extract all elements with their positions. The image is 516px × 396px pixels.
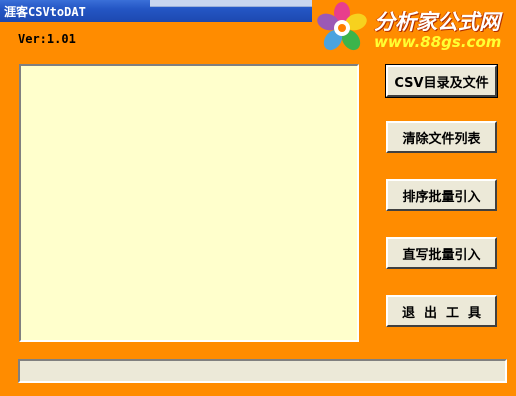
csv-directory-button[interactable]: CSV目录及文件	[385, 64, 498, 98]
app-window: 涯客CSVtoDAT 分析家公式网 www.88gs.com Ver:1.01 …	[0, 0, 516, 396]
window-title: 涯客CSVtoDAT	[4, 5, 86, 19]
file-list-box[interactable]	[19, 64, 359, 342]
clear-file-list-button[interactable]: 清除文件列表	[386, 121, 497, 153]
status-bar	[18, 359, 507, 383]
logo-site-url: www.88gs.com	[374, 33, 502, 51]
exit-tool-button[interactable]: 退出工具	[386, 295, 497, 327]
background-window-edge	[150, 0, 320, 7]
flower-logo-icon	[317, 2, 367, 51]
site-logo: 分析家公式网 www.88gs.com	[312, 0, 516, 58]
direct-batch-import-button[interactable]: 直写批量引入	[386, 237, 497, 269]
version-label: Ver:1.01	[18, 32, 76, 46]
sort-batch-import-button[interactable]: 排序批量引入	[386, 179, 497, 211]
logo-site-name: 分析家公式网	[374, 10, 500, 34]
